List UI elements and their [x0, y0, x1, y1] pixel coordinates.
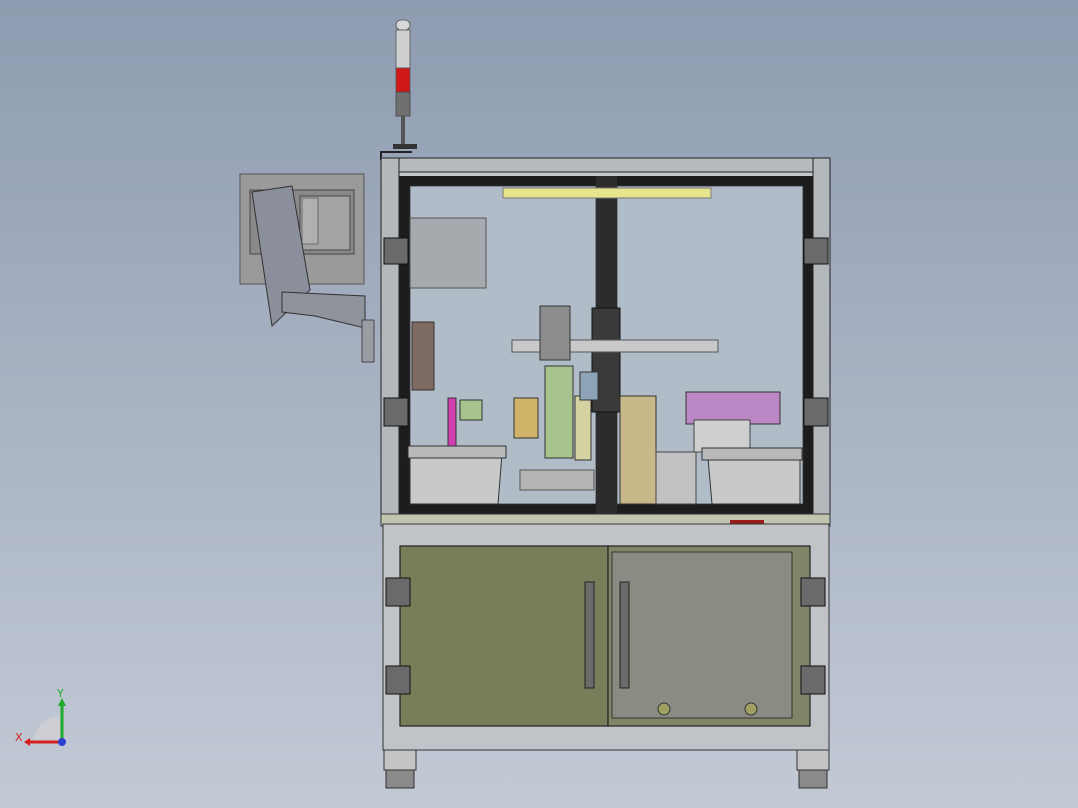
- z-axis-dot: [58, 738, 66, 746]
- x-axis-label: X: [15, 731, 23, 744]
- cad-viewport[interactable]: X Y: [0, 0, 1078, 808]
- hmi-monitor: [239, 173, 375, 363]
- machine-drawing: [239, 19, 831, 789]
- signal-tower: [380, 19, 417, 160]
- orientation-triad: X Y: [15, 687, 66, 746]
- y-axis-label: Y: [56, 687, 64, 700]
- x-axis-arrowhead: [24, 738, 30, 746]
- lower-cabinet: [382, 523, 830, 789]
